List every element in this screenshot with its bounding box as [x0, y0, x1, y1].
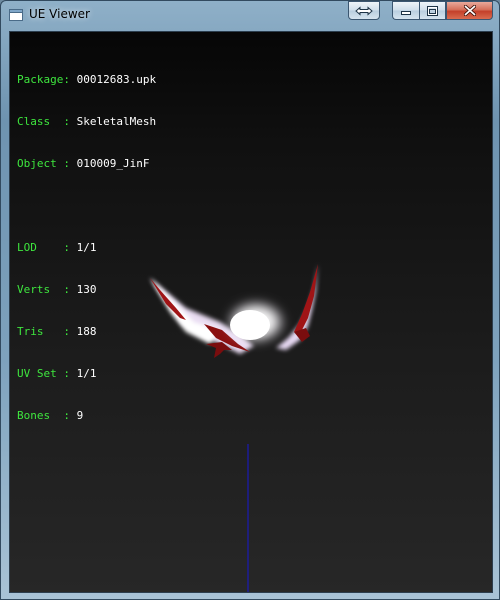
app-window-icon — [9, 9, 23, 21]
mesh-core — [230, 310, 270, 340]
title-bar[interactable]: UE Viewer — [1, 1, 500, 29]
close-button[interactable] — [446, 1, 493, 20]
minimize-icon — [401, 10, 411, 15]
close-icon — [463, 5, 476, 16]
resize-icon — [355, 5, 373, 16]
3d-viewport[interactable]: Package: 00012683.upk Class : SkeletalMe… — [9, 31, 493, 593]
window-title: UE Viewer — [29, 7, 90, 21]
maximize-icon — [427, 5, 438, 16]
maximize-button[interactable] — [419, 1, 446, 20]
mesh-render — [150, 264, 318, 592]
app-window: UE Viewer Package: 00012683.upk Class: … — [0, 0, 500, 600]
resize-button[interactable] — [348, 1, 380, 20]
mesh-right-wing — [276, 264, 318, 350]
minimize-button[interactable] — [392, 1, 419, 20]
